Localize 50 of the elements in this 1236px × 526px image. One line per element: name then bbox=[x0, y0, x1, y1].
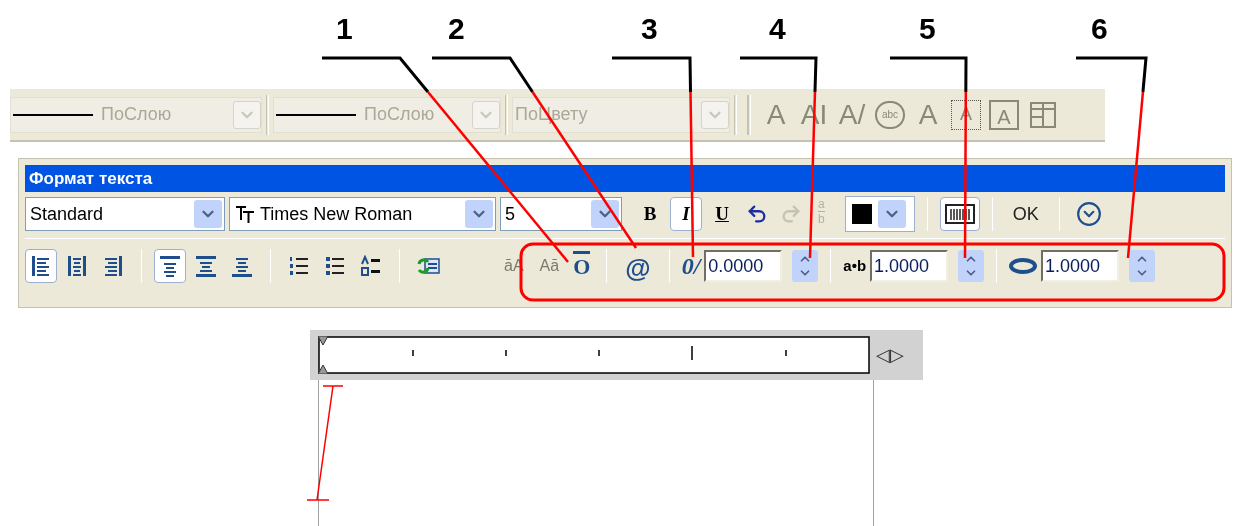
ruler-icon bbox=[944, 203, 975, 225]
callout-number: 6 bbox=[1091, 14, 1108, 44]
spin-button[interactable] bbox=[792, 250, 819, 282]
align-right-icon bbox=[102, 255, 124, 277]
font-icon bbox=[234, 203, 256, 225]
bold-button[interactable]: B bbox=[634, 197, 666, 231]
undo-icon bbox=[746, 203, 768, 225]
ruler-button[interactable] bbox=[939, 197, 980, 231]
window-title: Формат текста bbox=[25, 165, 1225, 192]
symbol-button[interactable]: @ bbox=[619, 249, 657, 283]
spin-button[interactable] bbox=[958, 250, 985, 282]
callout-number: 4 bbox=[769, 14, 786, 44]
overline-button[interactable]: O bbox=[569, 249, 595, 283]
dropdown-button[interactable] bbox=[465, 200, 493, 228]
callout-number: 1 bbox=[336, 14, 353, 44]
align-top-icon bbox=[159, 255, 181, 277]
paragraph-button[interactable] bbox=[154, 249, 186, 283]
italic-button[interactable]: I bbox=[670, 197, 702, 231]
style-combo[interactable]: Standard bbox=[25, 197, 225, 231]
dropdown-button[interactable] bbox=[194, 200, 222, 228]
ok-button[interactable]: OK bbox=[1004, 197, 1047, 231]
ellipse-icon bbox=[1009, 258, 1038, 274]
oblique-label: 0/ bbox=[681, 252, 701, 281]
tracking-field[interactable]: 1.0000 bbox=[870, 250, 949, 282]
spin-button[interactable] bbox=[1129, 250, 1156, 282]
tracking-label: a•b bbox=[843, 255, 867, 276]
dropdown-button[interactable] bbox=[591, 200, 619, 228]
options-icon bbox=[1075, 201, 1102, 227]
align-bottom-icon bbox=[231, 255, 253, 277]
bulleted-list-icon bbox=[324, 255, 346, 277]
callout-number: 3 bbox=[641, 14, 658, 44]
lettered-list-icon bbox=[360, 255, 382, 277]
height-combo[interactable]: 5 bbox=[500, 197, 622, 231]
redo-icon bbox=[780, 203, 802, 225]
width-factor-field[interactable]: 1.0000 bbox=[1041, 250, 1120, 282]
align-center-icon bbox=[66, 255, 88, 277]
dropdown-button[interactable] bbox=[877, 200, 906, 228]
numbered-list-icon bbox=[288, 255, 310, 277]
callout-number: 2 bbox=[448, 14, 465, 44]
underline-button[interactable]: U bbox=[706, 197, 738, 231]
callout-number: 5 bbox=[919, 14, 936, 44]
case-button[interactable]: Aā bbox=[533, 249, 566, 283]
align-left-icon bbox=[30, 255, 52, 277]
color-combo[interactable] bbox=[844, 196, 915, 232]
ruler-arrows[interactable]: ◁▷ bbox=[876, 341, 904, 369]
align-middle-icon bbox=[195, 255, 217, 277]
oblique-field[interactable]: 0.0000 bbox=[704, 250, 783, 282]
insert-field-icon bbox=[417, 255, 441, 277]
paragraph-button[interactable] bbox=[25, 249, 57, 283]
font-combo[interactable]: Times New Roman bbox=[229, 197, 496, 231]
